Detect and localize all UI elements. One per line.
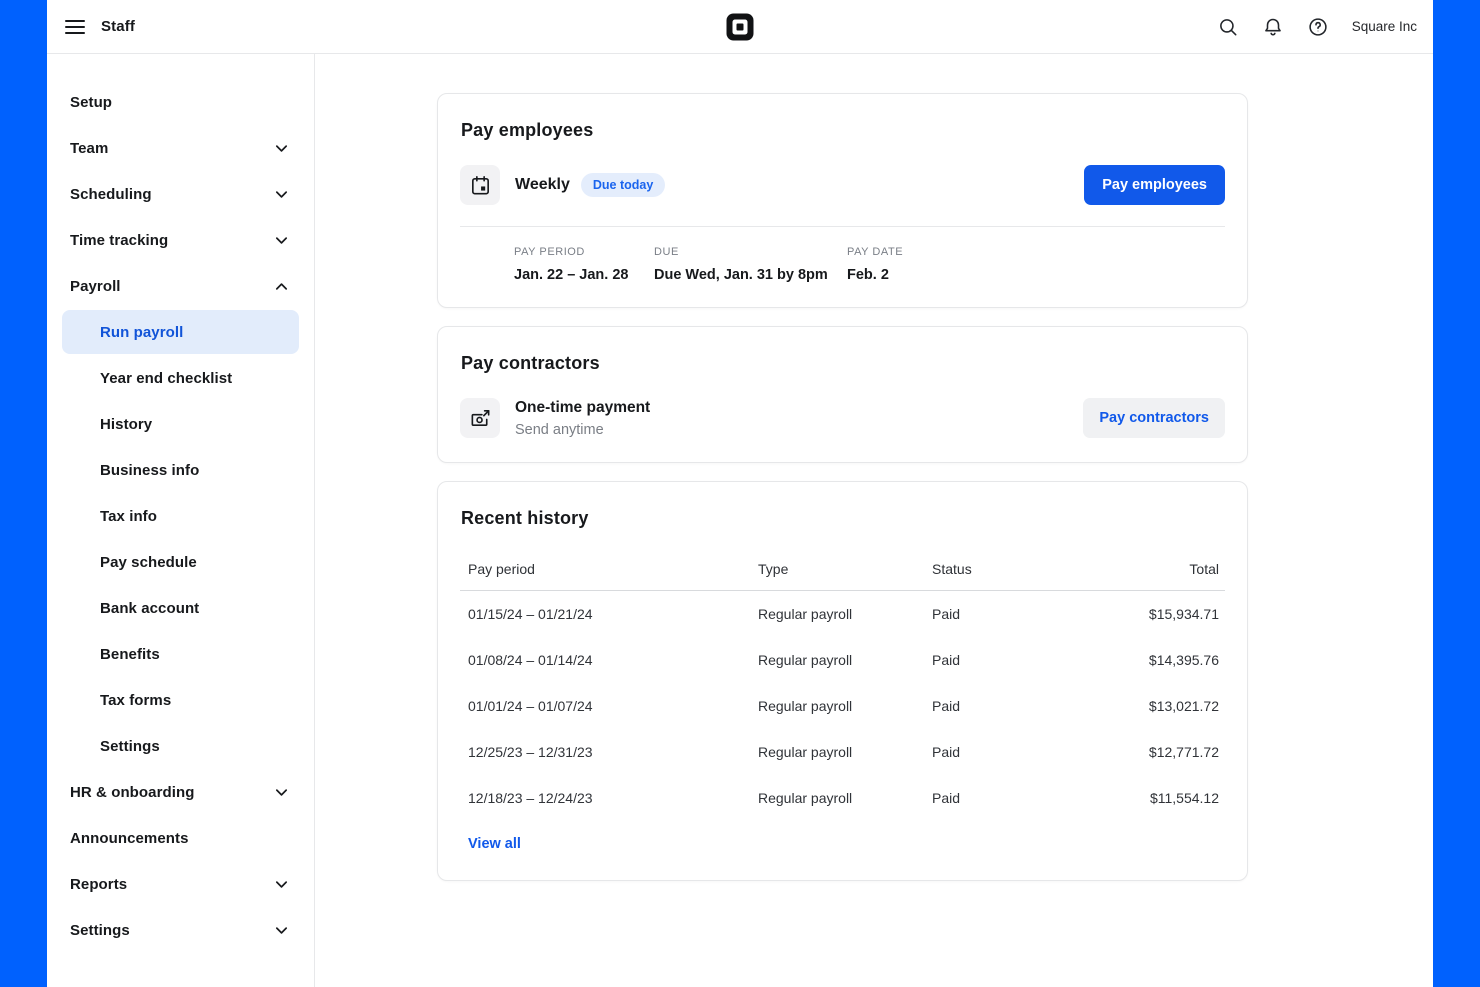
send-anytime-subtitle: Send anytime <box>515 422 650 438</box>
chevron-down-icon <box>274 187 289 202</box>
table-row[interactable]: 12/18/23 – 12/24/23 Regular payroll Paid… <box>460 775 1225 821</box>
pay-contractors-title: Pay contractors <box>460 353 1225 374</box>
account-name[interactable]: Square Inc <box>1352 19 1417 34</box>
sidebar-item-team[interactable]: Team <box>47 125 314 171</box>
view-all-link[interactable]: View all <box>468 836 521 852</box>
table-row[interactable]: 01/15/24 – 01/21/24 Regular payroll Paid… <box>460 591 1225 637</box>
due-value: Due Wed, Jan. 31 by 8pm <box>654 267 847 283</box>
sidebar-item-payroll[interactable]: Payroll <box>47 263 314 309</box>
pay-contractors-card: Pay contractors One-time payment Send an… <box>437 326 1248 463</box>
due-label: DUE <box>654 246 847 258</box>
bell-icon[interactable] <box>1261 15 1285 39</box>
column-header-status: Status <box>932 561 1069 577</box>
chevron-down-icon <box>274 233 289 248</box>
sidebar-item-bank-account[interactable]: Bank account <box>47 585 314 631</box>
chevron-down-icon <box>274 785 289 800</box>
pay-date-value: Feb. 2 <box>847 267 903 283</box>
sidebar-item-benefits[interactable]: Benefits <box>47 631 314 677</box>
hamburger-menu-icon[interactable] <box>63 15 87 39</box>
sidebar-item-announcements[interactable]: Announcements <box>47 815 314 861</box>
column-header-type: Type <box>758 561 932 577</box>
chevron-up-icon <box>274 279 289 294</box>
sidebar-item-business-info[interactable]: Business info <box>47 447 314 493</box>
search-icon[interactable] <box>1216 15 1240 39</box>
app-window: Staff Sq <box>47 0 1433 987</box>
column-header-pay-period: Pay period <box>468 561 758 577</box>
pay-employees-card: Pay employees Weekly Due today Pay emplo… <box>437 93 1248 308</box>
column-header-total: Total <box>1069 561 1219 577</box>
pay-contractors-button[interactable]: Pay contractors <box>1083 398 1225 438</box>
table-row[interactable]: 01/01/24 – 01/07/24 Regular payroll Paid… <box>460 683 1225 729</box>
sidebar-item-settings[interactable]: Settings <box>47 907 314 953</box>
calendar-icon <box>460 165 500 205</box>
pay-period-value: Jan. 22 – Jan. 28 <box>514 267 654 283</box>
sidebar-item-year-end-checklist[interactable]: Year end checklist <box>47 355 314 401</box>
recent-history-title: Recent history <box>460 508 1225 529</box>
page-title: Staff <box>101 18 135 35</box>
history-table: Pay period Type Status Total 01/15/24 – … <box>460 551 1225 821</box>
help-icon[interactable] <box>1306 15 1330 39</box>
sidebar-item-history[interactable]: History <box>47 401 314 447</box>
chevron-down-icon <box>274 141 289 156</box>
sidebar-item-pay-schedule[interactable]: Pay schedule <box>47 539 314 585</box>
main-content: Pay employees Weekly Due today Pay emplo… <box>315 54 1433 987</box>
pay-employees-button[interactable]: Pay employees <box>1084 165 1225 205</box>
sidebar-item-hr-onboarding[interactable]: HR & onboarding <box>47 769 314 815</box>
sidebar-item-payroll-settings[interactable]: Settings <box>47 723 314 769</box>
sidebar-item-setup[interactable]: Setup <box>47 79 314 125</box>
top-bar: Staff Sq <box>47 0 1433 54</box>
sidebar-item-tax-info[interactable]: Tax info <box>47 493 314 539</box>
pay-employees-title: Pay employees <box>460 120 1225 141</box>
recent-history-card: Recent history Pay period Type Status To… <box>437 481 1248 881</box>
table-row[interactable]: 12/25/23 – 12/31/23 Regular payroll Paid… <box>460 729 1225 775</box>
sidebar-nav: Setup Team Scheduling Time tracking Payr… <box>47 54 315 987</box>
one-time-payment-title: One-time payment <box>515 399 650 417</box>
sidebar-item-time-tracking[interactable]: Time tracking <box>47 217 314 263</box>
square-logo <box>727 13 754 40</box>
schedule-name: Weekly <box>515 176 570 194</box>
sidebar-item-reports[interactable]: Reports <box>47 861 314 907</box>
topbar-actions: Square Inc <box>1216 15 1417 39</box>
money-send-icon <box>460 398 500 438</box>
divider <box>460 226 1225 227</box>
table-header-row: Pay period Type Status Total <box>460 551 1225 590</box>
due-today-badge: Due today <box>581 173 665 197</box>
pay-date-label: PAY DATE <box>847 246 903 258</box>
chevron-down-icon <box>274 877 289 892</box>
chevron-down-icon <box>274 923 289 938</box>
sidebar-item-scheduling[interactable]: Scheduling <box>47 171 314 217</box>
sidebar-item-tax-forms[interactable]: Tax forms <box>47 677 314 723</box>
table-row[interactable]: 01/08/24 – 01/14/24 Regular payroll Paid… <box>460 637 1225 683</box>
sidebar-item-run-payroll[interactable]: Run payroll <box>62 310 299 354</box>
pay-period-label: PAY PERIOD <box>514 246 654 258</box>
